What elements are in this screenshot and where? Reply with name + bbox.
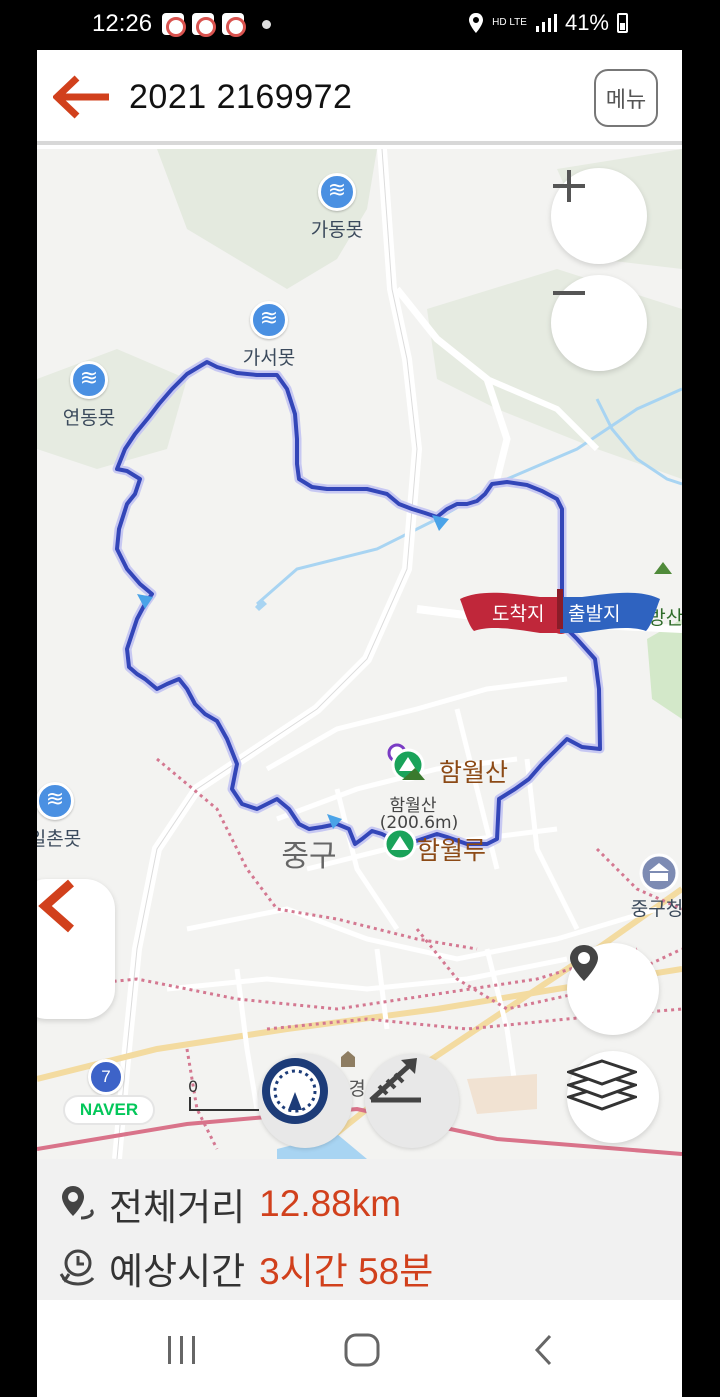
place-label-ilchonmot: 일촌못	[37, 828, 82, 850]
side-panel-toggle[interactable]	[37, 879, 115, 1019]
battery-percent: 41%	[564, 10, 609, 35]
arrival-flag: 도착지	[460, 589, 562, 637]
reservoir-icon[interactable]	[318, 173, 356, 211]
distance-value: 12.88km	[259, 1183, 402, 1224]
layers-icon	[567, 1059, 637, 1111]
route-distance-icon	[62, 1186, 94, 1220]
scale-label: 0	[188, 1077, 199, 1096]
recent-apps-icon	[168, 1336, 195, 1364]
system-nav-area	[37, 1300, 682, 1397]
status-time: 12:26	[92, 10, 153, 37]
my-location-button[interactable]	[567, 943, 659, 1035]
map-stream	[256, 387, 682, 606]
app-screen: 2021 2169972 메뉴 ≋ 가동못 ≋ 가서못 ≋ 연동못 ≋ 일촌못 …	[37, 50, 682, 1300]
map-building-area	[467, 1074, 537, 1114]
notification-dot-icon	[262, 20, 271, 29]
recent-apps-button[interactable]	[152, 1322, 212, 1378]
elevation-profile-button[interactable]	[365, 1054, 459, 1148]
time-row: 예상시간 3시간 58분	[59, 1241, 433, 1295]
location-pin-icon	[570, 945, 598, 981]
plus-icon	[553, 170, 585, 202]
road-number-badge: 7	[88, 1059, 124, 1095]
app-header: 2021 2169972 메뉴	[37, 50, 682, 145]
distance-label: 전체거리	[109, 1186, 246, 1229]
place-label-junggucheong: 중구청	[630, 898, 682, 920]
departure-flag: 출발지	[560, 589, 662, 637]
place-label-hamwollu: 함월루	[417, 836, 487, 865]
reservoir-icon[interactable]	[70, 361, 108, 399]
notification-app-icon	[222, 13, 246, 37]
place-label-junggu: 중구	[281, 839, 337, 874]
status-bar: 12:26 HD LTE 41%	[0, 0, 720, 50]
notification-app-icon	[162, 13, 186, 37]
place-label-gadongmot: 가동못	[310, 219, 364, 241]
speed-gauge-button[interactable]	[258, 1054, 352, 1148]
location-status-icon	[469, 13, 484, 33]
back-arrow-icon	[51, 75, 109, 119]
route-info-panel: 전체거리 12.88km 예상시간 3시간 58분	[37, 1159, 682, 1300]
departure-flag-label: 출발지	[568, 603, 621, 625]
map-layers-button[interactable]	[567, 1051, 659, 1143]
place-label-gaseomot: 가서못	[242, 347, 296, 369]
home-icon	[344, 1333, 380, 1367]
elevation-icon	[369, 1058, 421, 1103]
estimated-time-icon	[59, 1249, 95, 1286]
notification-app-icon	[192, 13, 216, 37]
reservoir-icon[interactable]	[250, 301, 288, 339]
mountain-icon	[654, 562, 672, 574]
map-view[interactable]: 가동못 가서못 연동못 일촌못 황방산 함월산 함월산 (200.6m) 함월루…	[37, 149, 682, 1159]
time-label: 예상시간	[109, 1250, 246, 1293]
home-button[interactable]	[332, 1322, 392, 1378]
signal-icon	[535, 14, 557, 32]
map-pond	[255, 599, 267, 611]
system-back-button[interactable]	[514, 1322, 574, 1378]
back-button[interactable]	[51, 74, 111, 120]
status-right: HD LTE 41%	[468, 10, 628, 36]
network-badge: HD LTE	[492, 17, 527, 28]
place-label-hamwolsan-elevation: (200.6m)	[379, 813, 459, 833]
distance-row: 전체거리 12.88km	[59, 1177, 401, 1231]
back-chevron-icon	[534, 1334, 552, 1366]
scale-bar	[189, 1097, 259, 1111]
zoom-out-button[interactable]	[551, 275, 647, 371]
zoom-in-button[interactable]	[551, 168, 647, 264]
building-marker-icon	[341, 1051, 355, 1067]
place-label-hamwolsan: 함월산	[439, 758, 509, 787]
reservoir-icon[interactable]	[37, 782, 74, 820]
time-value: 3시간 58분	[259, 1251, 434, 1292]
arrival-flag-label: 도착지	[492, 603, 545, 625]
system-nav-bar	[0, 1300, 720, 1397]
flag-pole	[557, 589, 563, 629]
menu-button[interactable]: 메뉴	[594, 69, 658, 127]
battery-icon	[617, 13, 628, 33]
minus-icon	[553, 291, 585, 295]
page-title: 2021 2169972	[129, 78, 353, 116]
speedometer-icon	[262, 1058, 328, 1124]
naver-logo: NAVER	[63, 1095, 155, 1125]
place-label-yeondongmot: 연동못	[62, 407, 116, 429]
chevron-left-icon	[38, 879, 74, 933]
